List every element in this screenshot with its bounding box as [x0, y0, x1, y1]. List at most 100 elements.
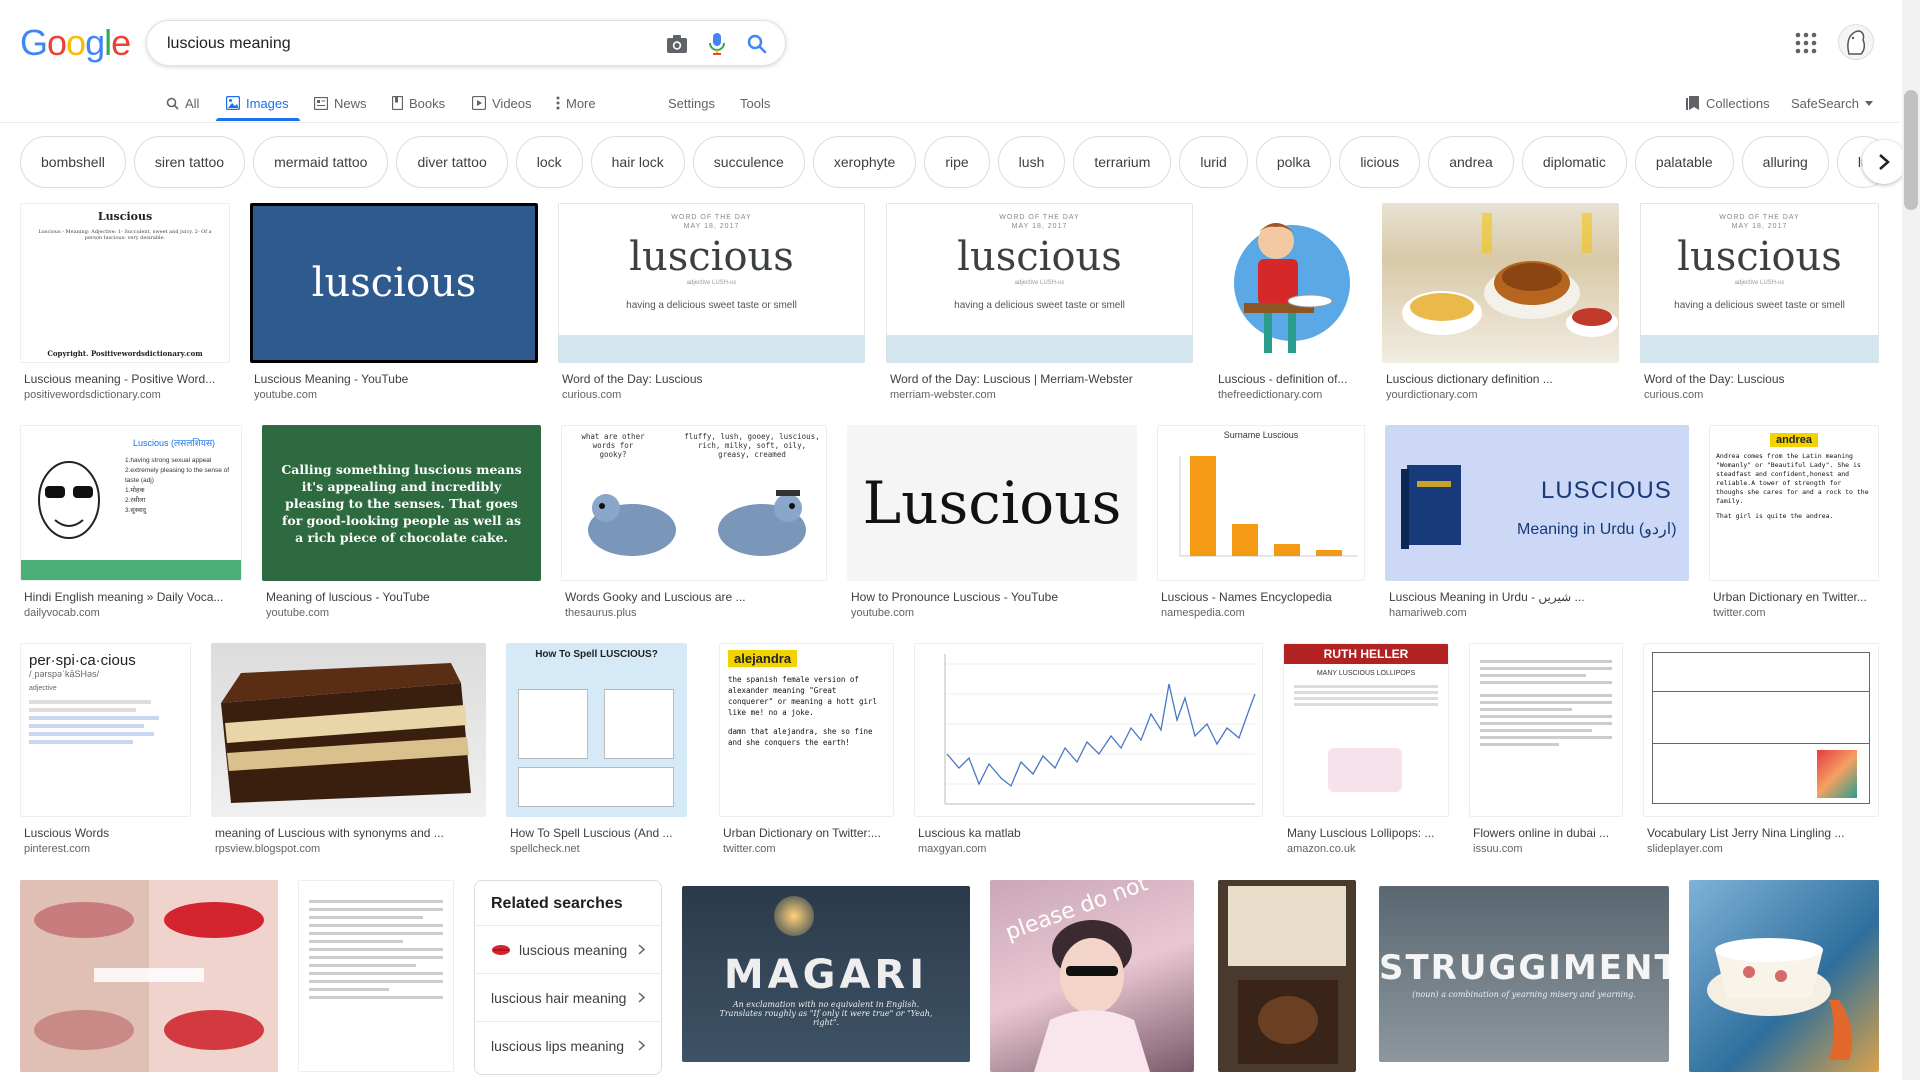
google-logo[interactable]: Google [20, 22, 131, 64]
result-thumbnail: please do not [990, 880, 1194, 1072]
chevron-right-icon [638, 1040, 645, 1051]
related-item[interactable]: luscious meaning [475, 925, 661, 973]
image-result[interactable]: Luscious - definition of... thefreedicti… [1214, 203, 1362, 403]
result-source: twitter.com [1713, 607, 1766, 619]
more-vert-icon [556, 96, 560, 110]
result-thumbnail [20, 880, 278, 1072]
image-result[interactable]: LUSCIOUS Meaning in Urdu (اردو) Luscious… [1385, 425, 1689, 621]
image-result[interactable] [298, 880, 454, 1072]
image-result[interactable]: Luscious How to Pronounce Luscious - You… [847, 425, 1137, 621]
wotd-bar [558, 335, 865, 363]
related-item[interactable]: luscious hair meaning [475, 973, 661, 1021]
tab-tools[interactable]: Tools [740, 90, 770, 116]
chip[interactable]: succulence [692, 136, 805, 188]
image-result[interactable]: Luscious dictionary definition ... yourd… [1382, 203, 1619, 403]
caret-down-icon [1864, 100, 1873, 106]
chip[interactable]: hair lock [590, 136, 685, 188]
thumb-word: LUSCIOUS [1541, 477, 1672, 504]
image-result[interactable]: Flowers online in dubai ... issuu.com [1469, 643, 1623, 857]
thumb-line: 2.रसीला [125, 497, 146, 504]
image-result[interactable]: WORD OF THE DAY MAY 18, 2017 luscious ad… [1640, 203, 1879, 403]
thumb-title: Surname Luscious [1223, 430, 1299, 440]
apps-grid-icon[interactable] [1795, 32, 1817, 54]
image-result[interactable]: luscious Luscious Meaning - YouTube yout… [250, 203, 538, 403]
image-result[interactable] [1689, 880, 1879, 1072]
bookmark-icon [1686, 96, 1699, 110]
chip[interactable]: ripe [924, 136, 990, 188]
chip[interactable]: lurid [1179, 136, 1248, 188]
result-title: Flowers online in dubai ... [1473, 826, 1610, 840]
chocolate-box-photo [1228, 886, 1346, 1064]
image-result[interactable]: Luscious Luscious - Meaning: Adjective: … [20, 203, 230, 403]
result-source: hamariweb.com [1389, 607, 1467, 619]
image-result[interactable] [20, 880, 278, 1072]
image-result[interactable]: Calling something luscious means it's ap… [262, 425, 541, 621]
tab-news[interactable]: News [314, 90, 367, 116]
chip[interactable]: lush [997, 136, 1066, 188]
logo-letter: g [85, 22, 105, 63]
wotd-pron: adjective LUSH-us [1014, 280, 1065, 286]
image-result[interactable]: Vocabulary List Jerry Nina Lingling ... … [1643, 643, 1879, 857]
camera-icon[interactable] [665, 32, 689, 56]
result-thumbnail [1214, 203, 1362, 363]
chip[interactable]: diplomatic [1521, 136, 1627, 188]
chips-next-button[interactable] [1862, 140, 1906, 184]
image-result[interactable]: STRUGGIMENTO (noun) a combination of yea… [1379, 886, 1669, 1062]
chip[interactable]: terrarium [1073, 136, 1172, 188]
image-result[interactable]: Luscious (लसलशियस) 1.having strong sexua… [20, 425, 242, 621]
thumb-pos: adjective [29, 685, 57, 692]
chip[interactable]: andrea [1428, 136, 1514, 188]
image-result[interactable]: what are other words for gooky? fluffy, … [561, 425, 827, 621]
account-avatar[interactable] [1838, 24, 1874, 60]
teacup-painting [1707, 938, 1853, 1060]
image-result[interactable]: per·spi·ca·cious /ˌpərspəˈkāSHəs/ adject… [20, 643, 191, 857]
search-icon[interactable] [745, 32, 769, 56]
image-result[interactable]: Surname Luscious Luscious - Names Encycl… [1157, 425, 1365, 621]
chip[interactable]: mermaid tattoo [253, 136, 389, 188]
image-result[interactable]: RUTH HELLER MANY LUSCIOUS LOLLIPOPS Many… [1283, 643, 1449, 857]
tab-settings[interactable]: Settings [668, 90, 715, 116]
tab-label: Tools [740, 95, 771, 111]
collections-link[interactable]: Collections [1686, 90, 1770, 116]
image-result[interactable]: please do not [990, 880, 1194, 1072]
chip[interactable]: lock [515, 136, 583, 188]
result-thumbnail [1689, 880, 1879, 1072]
wotd-pron: adjective LUSH-us [686, 280, 737, 286]
wotd-def: having a delicious sweet taste or smell [954, 300, 1125, 311]
related-chips: bombshell siren tattoo mermaid tattoo diver… [20, 136, 1880, 190]
search-input[interactable] [167, 33, 627, 55]
chip[interactable]: alluring [1741, 136, 1829, 188]
image-result[interactable]: meaning of Luscious with synonyms and ..… [211, 643, 486, 857]
search-icon [166, 97, 179, 110]
thumb-word: luscious [253, 206, 535, 360]
chip[interactable]: diver tattoo [396, 136, 508, 188]
image-result[interactable]: WORD OF THE DAY MAY 18, 2017 luscious ad… [558, 203, 865, 403]
tab-images[interactable]: Images [226, 90, 289, 116]
result-title: Hindi English meaning » Daily Voca... [24, 590, 224, 604]
image-result[interactable]: MAGARI An exclamation with no equivalent… [682, 886, 970, 1062]
tab-label: News [334, 95, 367, 111]
tab-videos[interactable]: Videos [472, 90, 532, 116]
scrollbar-thumb[interactable] [1904, 90, 1918, 210]
chip[interactable]: siren tattoo [133, 136, 246, 188]
image-result[interactable]: alejandra the spanish female version of … [719, 643, 894, 857]
tab-all[interactable]: All [166, 90, 199, 116]
image-result[interactable] [1218, 880, 1356, 1072]
image-result[interactable]: andrea Andrea comes from the Latin meani… [1709, 425, 1879, 621]
chip[interactable]: xerophyte [812, 136, 917, 188]
tab-books[interactable]: Books [392, 90, 445, 116]
chip[interactable]: palatable [1634, 136, 1734, 188]
related-item[interactable]: luscious lips meaning [475, 1021, 661, 1069]
chip[interactable]: licious [1339, 136, 1421, 188]
thumb-word: Luscious (लसलशियस) [133, 438, 216, 448]
image-result[interactable]: WORD OF THE DAY MAY 18, 2017 luscious ad… [886, 203, 1193, 403]
thumb-sub: MANY LUSCIOUS LOLLIPOPS [1316, 670, 1416, 677]
safesearch-dropdown[interactable]: SafeSearch [1791, 90, 1873, 116]
result-source: issuu.com [1473, 843, 1523, 855]
microphone-icon[interactable] [705, 32, 729, 56]
image-result[interactable]: Luscious ka matlab maxgyan.com [914, 643, 1263, 857]
chip[interactable]: bombshell [20, 136, 126, 188]
chip[interactable]: polka [1255, 136, 1332, 188]
image-result[interactable]: How To Spell LUSCIOUS? How To Spell Lusc… [506, 643, 687, 857]
tab-more[interactable]: More [556, 90, 596, 116]
